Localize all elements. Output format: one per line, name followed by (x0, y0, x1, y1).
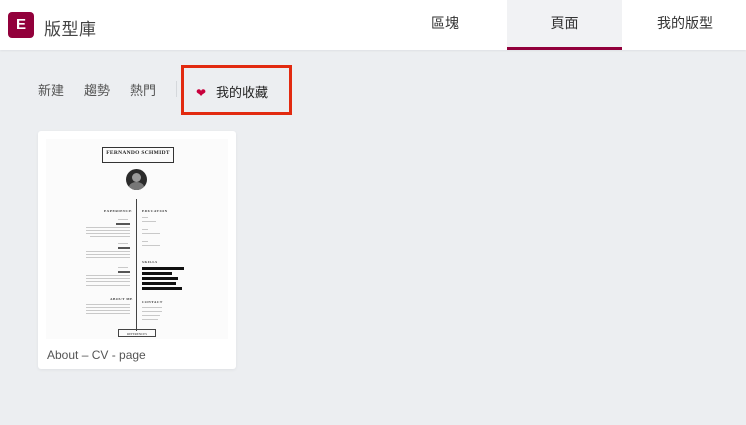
cv-section-education: EDUCATION (142, 209, 168, 213)
tab-blocks[interactable]: 區塊 (392, 0, 498, 50)
template-card[interactable]: FERNANDO SCHMIDT EXPERIENCE EDUCATION SK… (38, 131, 236, 369)
template-card-title: About – CV - page (47, 348, 146, 362)
cv-section-contact: CONTACT (142, 300, 163, 304)
top-bar: E 版型庫 區塊 頁面 我的版型 (0, 0, 746, 50)
tab-pages[interactable]: 頁面 (507, 0, 622, 50)
cv-divider-line (136, 199, 137, 331)
filter-new[interactable]: 新建 (38, 80, 64, 99)
cv-section-experience: EXPERIENCE (104, 209, 132, 213)
tab-my-templates[interactable]: 我的版型 (630, 0, 740, 50)
cv-section-skills: SKILLS (142, 260, 158, 264)
cv-avatar (126, 169, 147, 190)
cv-section-about: ABOUT ME (110, 297, 133, 301)
filter-favorites[interactable]: ❤ 我的收藏 (196, 82, 268, 101)
cv-references-box: REFERENCES (118, 329, 156, 337)
favorites-label: 我的收藏 (216, 85, 269, 100)
cv-name-box: FERNANDO SCHMIDT (102, 147, 174, 163)
elementor-logo-icon: E (8, 12, 34, 38)
filter-popular[interactable]: 熱門 (130, 80, 156, 99)
filter-divider (176, 81, 177, 97)
heart-icon: ❤ (196, 86, 207, 100)
library-title: 版型庫 (44, 20, 97, 39)
cv-name: FERNANDO SCHMIDT (106, 150, 170, 156)
filter-trending[interactable]: 趨勢 (84, 80, 110, 99)
template-thumbnail[interactable]: FERNANDO SCHMIDT EXPERIENCE EDUCATION SK… (46, 139, 228, 339)
